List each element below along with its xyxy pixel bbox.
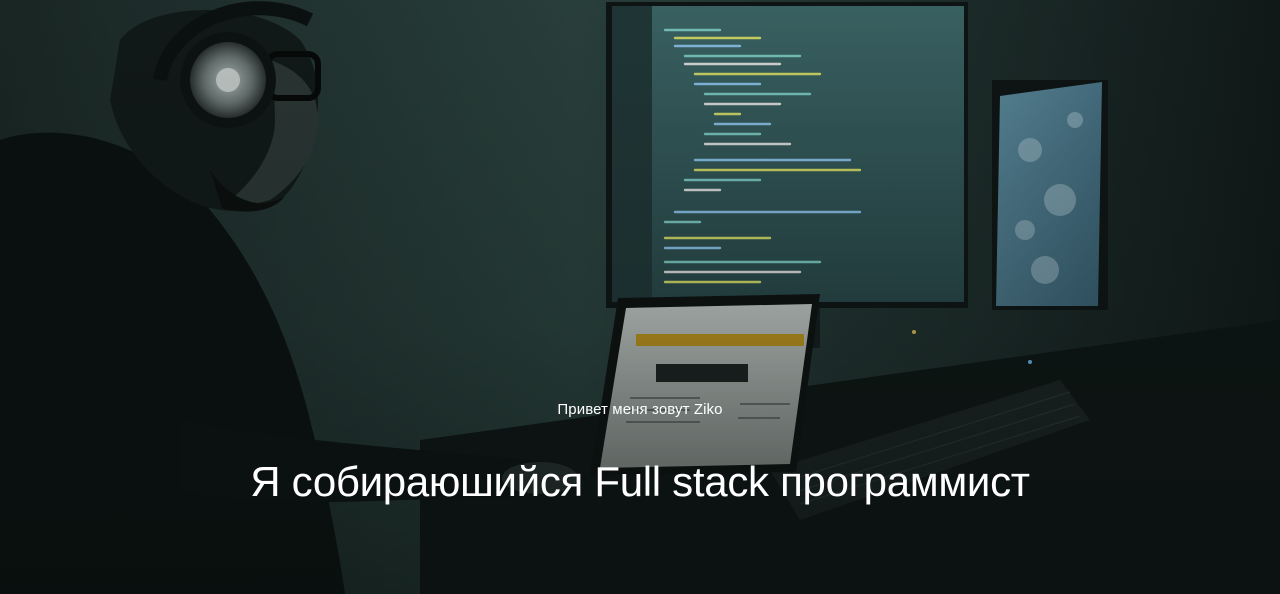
hero-content: Привет меня зовут Ziko Я собираюшийся Fu… (0, 398, 1280, 510)
hero-section: Привет меня зовут Ziko Я собираюшийся Fu… (0, 0, 1280, 594)
hero-greeting: Привет меня зовут Ziko (557, 401, 723, 418)
hero-title: Я собираюшийся Full stack программист (250, 458, 1030, 505)
